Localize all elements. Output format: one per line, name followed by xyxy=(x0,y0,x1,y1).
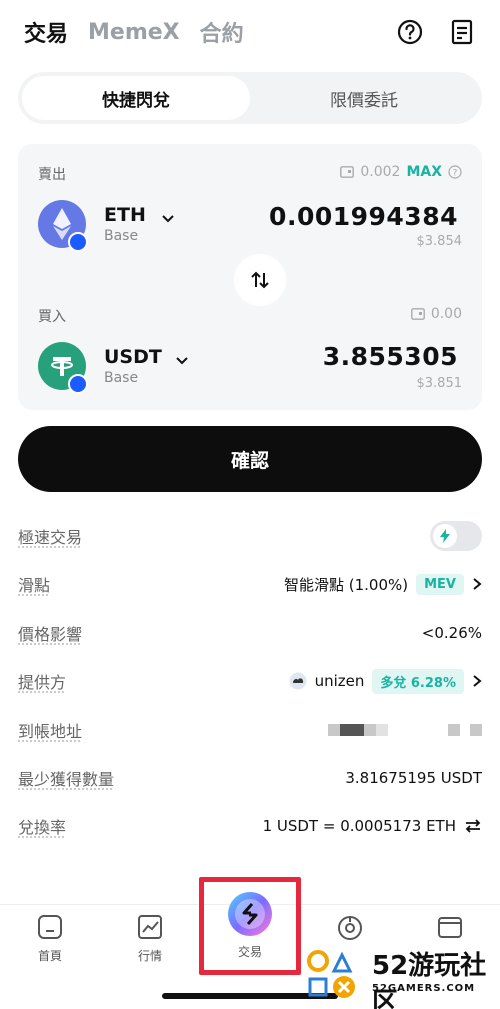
watermark-logo-icon xyxy=(307,950,355,998)
chevron-right-icon[interactable] xyxy=(472,577,482,591)
lightning-icon xyxy=(440,529,450,543)
wallet-tab-icon xyxy=(438,917,462,938)
help-icon[interactable] xyxy=(396,18,424,46)
buy-token-symbol[interactable]: USDT xyxy=(104,346,162,368)
slippage-label: 滑點 xyxy=(18,576,51,595)
sell-token-symbol[interactable]: ETH xyxy=(104,204,146,226)
watermark-url: 52GAMERS.COM xyxy=(372,983,476,994)
flip-rate-icon[interactable] xyxy=(464,818,482,834)
fast-trade-row: 極速交易 xyxy=(18,521,482,551)
order-type-segment: 快捷閃兌 限價委託 xyxy=(18,72,482,124)
sell-usd-value: $3.854 xyxy=(416,234,463,249)
min-receive-value: 3.81675195 USDT xyxy=(345,769,482,787)
sell-balance-value: 0.002 xyxy=(360,164,401,180)
mev-badge: MEV xyxy=(416,573,464,595)
slippage-value: 智能滑點 (1.00%) xyxy=(283,575,409,594)
receiving-address-label: 到帳地址 xyxy=(18,722,83,741)
base-chain-icon xyxy=(68,374,88,394)
watermark: 52游玩社区 52GAMERS.COM xyxy=(302,945,492,1009)
chevron-down-icon[interactable] xyxy=(174,352,190,368)
unizen-logo-icon xyxy=(289,672,307,690)
sell-token-network: Base xyxy=(104,228,139,244)
tab-contract[interactable]: 合約 xyxy=(200,16,244,48)
buy-balance: 0.00 xyxy=(410,306,462,322)
receiving-address-row: 到帳地址 xyxy=(18,716,482,744)
tab-market-label: 行情 xyxy=(137,949,162,963)
fast-trade-toggle[interactable] xyxy=(430,521,482,551)
provider-value: unizen xyxy=(314,672,365,690)
buy-amount: 3.855305 xyxy=(322,342,458,371)
highlight-box xyxy=(199,877,301,975)
tab-wallet[interactable] xyxy=(410,913,490,947)
price-impact-label: 價格影響 xyxy=(18,625,83,644)
swap-card: 賣出 0.002 MAX ? ETH Base 0.001994384 $3.8… xyxy=(18,144,482,410)
fast-trade-label: 極速交易 xyxy=(18,528,83,547)
swap-arrows-icon xyxy=(251,271,269,289)
segment-instant-swap[interactable]: 快捷閃兌 xyxy=(22,76,250,120)
exchange-rate-row: 兌換率 1 USDT = 0.0005173 ETH xyxy=(18,812,482,840)
exchange-rate-label: 兌換率 xyxy=(18,818,67,837)
buy-usd-value: $3.851 xyxy=(416,376,463,391)
sell-label: 賣出 xyxy=(38,167,66,183)
segment-limit-order[interactable]: 限價委託 xyxy=(250,76,478,120)
tab-market[interactable]: 行情 xyxy=(110,913,190,964)
info-icon[interactable]: ? xyxy=(448,165,462,179)
buy-label: 買入 xyxy=(38,309,66,325)
receiving-address-masked xyxy=(328,724,482,736)
chevron-right-icon[interactable] xyxy=(472,674,482,688)
discover-icon xyxy=(338,916,362,940)
provider-row[interactable]: 提供方 unizen 多兌 6.28% xyxy=(18,667,482,695)
max-button[interactable]: MAX xyxy=(406,164,442,180)
orders-icon[interactable] xyxy=(448,18,476,46)
multi-swap-badge: 多兌 6.28% xyxy=(372,668,464,694)
home-icon xyxy=(38,915,62,939)
tab-home-label: 首頁 xyxy=(37,949,62,963)
base-chain-icon xyxy=(68,232,88,252)
tab-home[interactable]: 首頁 xyxy=(10,913,90,964)
sell-balance: 0.002 MAX ? xyxy=(340,164,462,180)
svg-text:?: ? xyxy=(453,169,458,179)
slippage-row[interactable]: 滑點 智能滑點 (1.00%) MEV xyxy=(18,570,482,598)
min-receive-label: 最少獲得數量 xyxy=(18,770,115,789)
buy-token-network: Base xyxy=(104,370,139,386)
provider-label: 提供方 xyxy=(18,673,67,692)
top-nav: 交易 MemeX 合約 xyxy=(24,14,476,50)
chevron-down-icon[interactable] xyxy=(160,210,176,226)
watermark-title: 52游玩社区 xyxy=(372,951,487,1009)
market-chart-icon xyxy=(138,915,162,939)
sell-amount[interactable]: 0.001994384 xyxy=(269,202,458,231)
wallet-icon xyxy=(410,308,425,320)
min-receive-row: 最少獲得數量 3.81675195 USDT xyxy=(18,764,482,792)
wallet-icon xyxy=(340,166,355,178)
tab-discover[interactable] xyxy=(310,913,390,947)
price-impact-value: <0.26% xyxy=(421,624,482,642)
price-impact-row: 價格影響 <0.26% xyxy=(18,619,482,647)
switch-direction-button[interactable] xyxy=(234,254,286,306)
exchange-rate-value: 1 USDT = 0.0005173 ETH xyxy=(262,817,456,835)
tab-memex[interactable]: MemeX xyxy=(88,20,180,45)
confirm-button[interactable]: 確認 xyxy=(18,426,482,492)
buy-balance-value: 0.00 xyxy=(430,306,462,322)
tab-trade[interactable]: 交易 xyxy=(24,16,68,48)
